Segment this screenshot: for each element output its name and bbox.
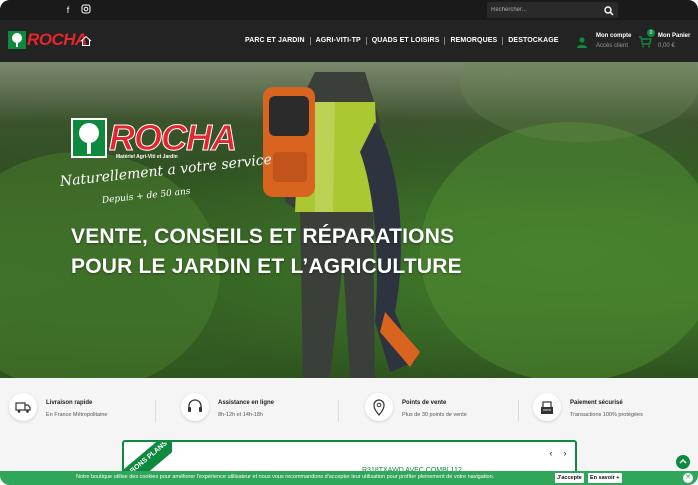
tree-shape <box>460 62 698 142</box>
hero-headline-line1: VENTE, CONSEILS ET RÉPARATIONS <box>71 225 455 248</box>
feature-title: Assistance en ligne <box>218 400 275 406</box>
feature-subtitle: En France Métropolitaine <box>46 412 108 418</box>
search-box <box>487 2 618 18</box>
features-bar: Livraison rapide En France Métropolitain… <box>0 378 698 441</box>
site-logo[interactable]: ROCHA <box>8 29 87 51</box>
search-icon[interactable] <box>603 4 615 16</box>
tree-logo-icon <box>8 31 26 49</box>
nav-destockage[interactable]: DESTOCKAGE <box>503 37 563 45</box>
feature-subtitle: Plus de 30 points de vente <box>402 412 467 418</box>
cart-icon <box>638 35 652 53</box>
account-subtitle: Accès client <box>596 43 629 49</box>
main-nav: PARC ET JARDIN AGRI-VITI-TP QUADS ET LOI… <box>240 20 564 62</box>
scroll-top-button[interactable] <box>676 455 690 469</box>
feature-title: Points de vente <box>402 400 447 406</box>
cart-total: 0,00 € <box>658 43 675 49</box>
divider <box>338 400 339 422</box>
divider <box>155 400 156 422</box>
feature-subtitle: 8h-12h et 14h-18h <box>218 412 263 418</box>
truck-icon <box>9 393 37 421</box>
facebook-icon[interactable]: f <box>62 4 74 16</box>
search-input[interactable] <box>491 4 599 16</box>
close-icon[interactable]: ✕ <box>683 473 693 483</box>
carousel-next-button[interactable]: › <box>560 448 570 458</box>
hero-headline: VENTE, CONSEILS ET RÉPARATIONS POUR LE J… <box>71 222 462 282</box>
headset-icon <box>181 393 209 421</box>
tree-logo-icon <box>71 118 107 158</box>
cookie-message: Notre boutique utilise des cookies pour … <box>76 474 495 480</box>
nav-remorques[interactable]: REMORQUES <box>445 37 504 45</box>
cookie-bar: Notre boutique utilise des cookies pour … <box>0 471 698 485</box>
cookie-accept-button[interactable]: J'accepte <box>555 473 584 483</box>
cart-count-badge: 0 <box>647 29 655 37</box>
map-pin-icon <box>365 393 393 421</box>
divider <box>518 400 519 422</box>
account-title: Mon compte <box>596 33 632 39</box>
hero-logo: ROCHA <box>71 117 238 158</box>
cookie-more-button[interactable]: En savoir + <box>588 473 622 483</box>
home-icon[interactable] <box>80 34 92 46</box>
feature-title: Paiement sécurisé <box>570 400 623 406</box>
hero-banner: ROCHA Matériel Agri-Viti et Jardin Natur… <box>0 62 698 378</box>
nav-agri-viti-tp[interactable]: AGRI-VITI-TP <box>311 37 367 45</box>
nav-parc-jardin[interactable]: PARC ET JARDIN <box>240 37 311 45</box>
feature-subtitle: Transactions 100% protégées <box>570 412 643 418</box>
gardener-image <box>263 72 420 378</box>
hero-logo-text: ROCHA <box>109 117 238 158</box>
hero-logo-subtitle: Matériel Agri-Viti et Jardin <box>116 154 178 160</box>
main-header: ROCHA PARC ET JARDIN AGRI-VITI-TP QUADS … <box>0 20 698 62</box>
carousel-prev-button[interactable]: ‹ <box>546 448 556 458</box>
logo-text: ROCHA <box>27 30 87 49</box>
nav-quads-loisirs[interactable]: QUADS ET LOISIRS <box>367 37 446 45</box>
user-icon <box>576 35 588 53</box>
top-strip: f <box>0 0 698 20</box>
feature-title: Livraison rapide <box>46 400 93 406</box>
cart-title: Mon Panier <box>658 33 691 39</box>
secure-payment-icon <box>533 393 561 421</box>
hero-headline-line2: POUR LE JARDIN ET L’AGRICULTURE <box>71 255 462 278</box>
instagram-icon[interactable] <box>80 4 92 16</box>
page-frame: f ROCHA PARC ET JARDIN AGRI-VITI-TP QUAD… <box>0 0 698 485</box>
